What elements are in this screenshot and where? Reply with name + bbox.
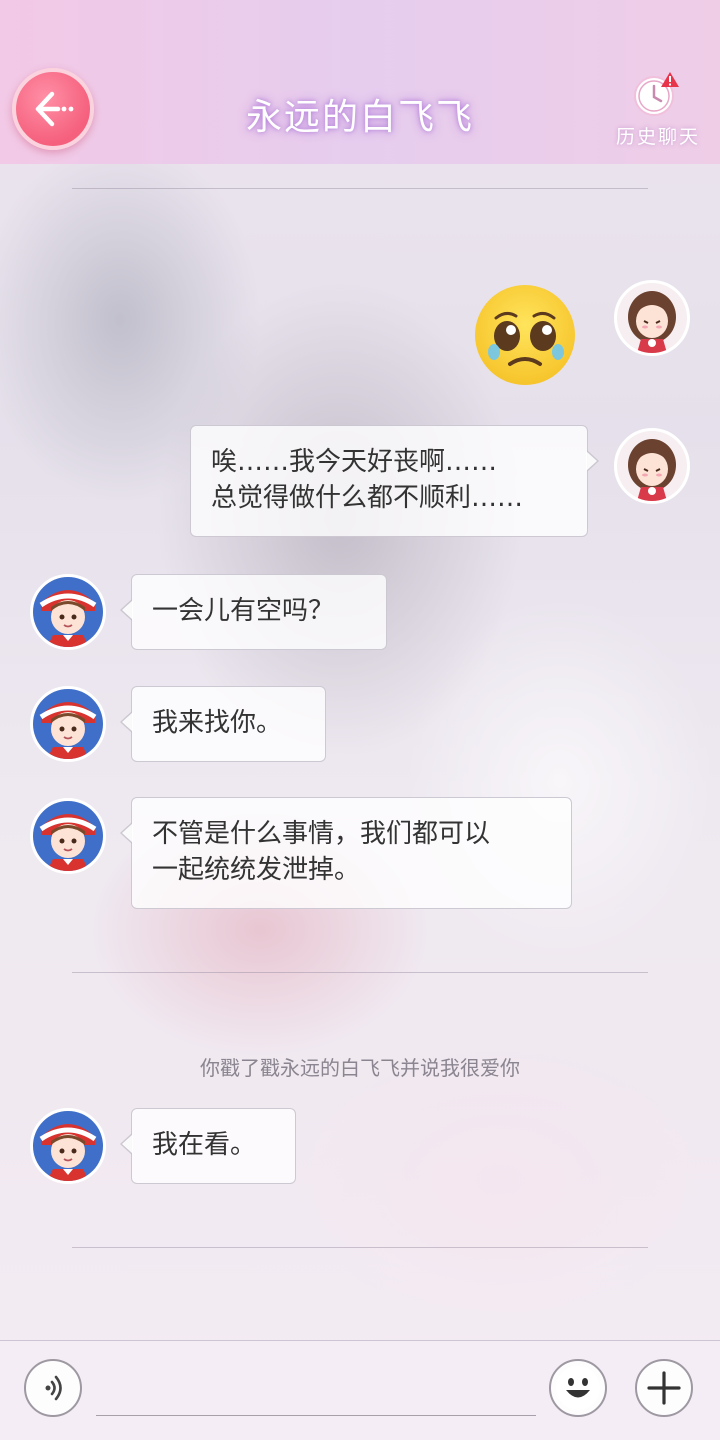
- divider: [72, 972, 648, 973]
- boy-avatar-icon: [33, 689, 103, 759]
- more-button[interactable]: [635, 1359, 693, 1417]
- input-bar: [0, 1340, 720, 1440]
- message-text: 不管是什么事情，我们都可以: [152, 819, 491, 849]
- girl-avatar-icon: [617, 283, 687, 353]
- avatar-contact[interactable]: [30, 686, 106, 762]
- emoji-button[interactable]: [549, 1359, 607, 1417]
- clock-alert-icon: [634, 72, 679, 116]
- avatar-me[interactable]: [614, 428, 690, 504]
- message-bubble-contact[interactable]: 我来找你。: [120, 686, 326, 762]
- page-title: 永远的白飞飞: [245, 97, 474, 138]
- voice-button[interactable]: [24, 1359, 82, 1417]
- message-bubble-me[interactable]: 唉……我今天好丧啊…… 总觉得做什么都不顺利……: [190, 425, 599, 537]
- divider: [72, 188, 648, 189]
- history-chat-label: 历史聊天: [615, 126, 700, 148]
- message-bubble-contact[interactable]: 一会儿有空吗？: [120, 574, 387, 650]
- message-text: 我在看。: [152, 1130, 257, 1160]
- chat-background: [0, 0, 720, 1440]
- avatar-contact[interactable]: [30, 574, 106, 650]
- avatar-me[interactable]: [614, 280, 690, 356]
- message-text: 一起统统发泄掉。: [152, 855, 361, 885]
- avatar-contact[interactable]: [30, 798, 106, 874]
- boy-avatar-icon: [33, 1111, 103, 1181]
- pleading-face-emoji: [475, 285, 575, 385]
- poke-notice: 你戳了戳永远的白飞飞并说我很爱你: [200, 1056, 520, 1080]
- back-button[interactable]: [12, 68, 94, 150]
- message-input[interactable]: [96, 1415, 536, 1416]
- top-bar: 永远的白飞飞 历史聊天: [0, 0, 720, 164]
- avatar-contact[interactable]: [30, 1108, 106, 1184]
- plus-icon: [647, 1371, 681, 1405]
- message-text: 我来找你。: [152, 708, 283, 738]
- history-chat-button[interactable]: 历史聊天: [604, 62, 712, 158]
- message-bubble-contact[interactable]: 我在看。: [120, 1108, 296, 1184]
- voice-icon: [45, 1375, 62, 1401]
- divider: [72, 1247, 648, 1248]
- boy-avatar-icon: [33, 801, 103, 871]
- girl-avatar-icon: [617, 431, 687, 501]
- boy-avatar-icon: [33, 577, 103, 647]
- message-text: 唉……我今天好丧啊……: [211, 447, 498, 477]
- smiley-icon: [556, 1366, 600, 1410]
- back-arrow-icon: [35, 91, 74, 127]
- message-text: 一会儿有空吗？: [152, 596, 335, 626]
- message-text: 总觉得做什么都不顺利……: [211, 483, 524, 513]
- message-bubble-contact[interactable]: 不管是什么事情，我们都可以 一起统统发泄掉。: [120, 797, 572, 909]
